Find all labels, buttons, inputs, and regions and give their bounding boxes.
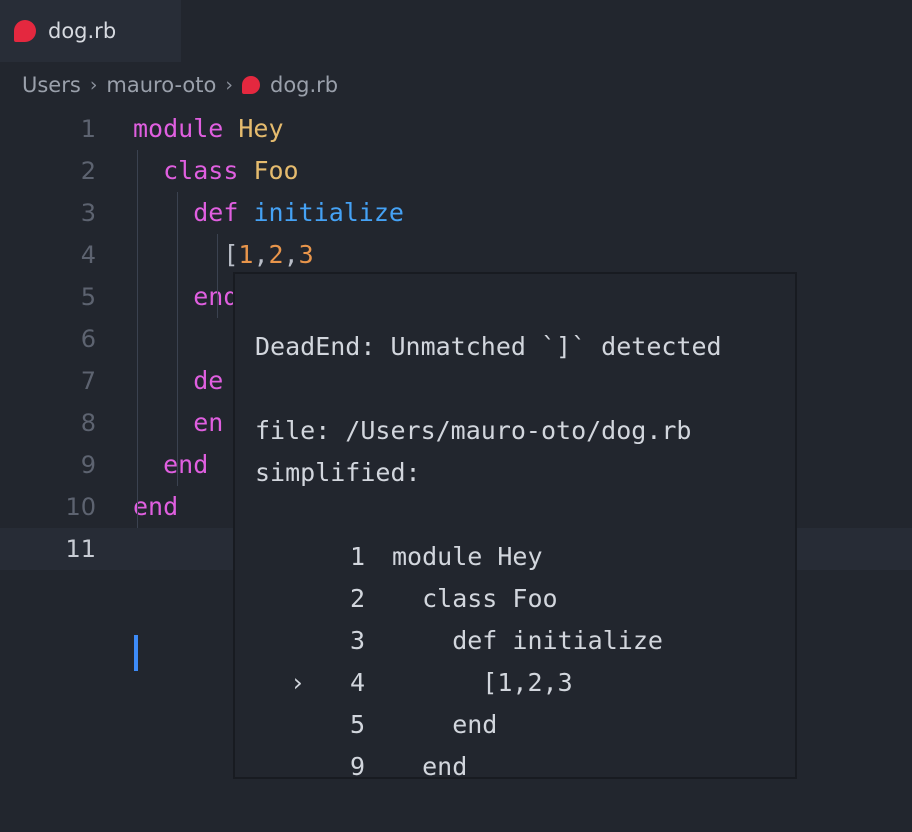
diagnostic-tooltip[interactable]: DeadEnd: Unmatched `]` detected file: /U…	[233, 272, 797, 779]
code-token: end	[133, 492, 179, 521]
tab-label: dog.rb	[48, 19, 117, 43]
tooltip-line-number: 9	[349, 752, 365, 779]
code-token: de	[193, 366, 224, 395]
tooltip-code-line: 9 end	[255, 746, 795, 779]
tooltip-file-label: file: /Users/mauro-oto/dog.rb	[255, 416, 692, 445]
line-number: 3	[80, 199, 96, 227]
line-number: 5	[80, 283, 96, 311]
tooltip-line-number: 3	[349, 626, 365, 655]
code-token: 1	[238, 240, 254, 269]
tooltip-marker-blank	[255, 578, 305, 620]
line-number: 2	[80, 157, 96, 185]
tooltip-line-number: 2	[349, 584, 365, 613]
tooltip-code-listing: 1 module Hey 2 class Foo 3 def initialize › 4…	[255, 536, 795, 779]
code-token: en	[193, 408, 224, 437]
code-line-text: [1,2,3	[133, 234, 314, 276]
code-line[interactable]: 1 module Hey	[0, 108, 912, 150]
code-token: Hey	[238, 114, 284, 143]
tooltip-code-line: 3 def initialize	[255, 620, 795, 662]
code-token: [	[223, 240, 239, 269]
breadcrumb-separator-icon: ›	[89, 74, 98, 96]
tooltip-line-source: [1,2,3	[392, 668, 573, 697]
tooltip-line-source: end	[392, 752, 468, 779]
line-number: 11	[65, 535, 96, 563]
code-line-text: en	[133, 402, 223, 444]
code-token: initialize	[253, 198, 404, 227]
code-line-text: class Foo	[133, 150, 299, 192]
breadcrumb-item-mauro-oto[interactable]: mauro-oto	[106, 73, 216, 97]
indent-guide	[217, 234, 218, 318]
ruby-gem-icon	[241, 76, 260, 94]
code-token: module	[133, 114, 224, 143]
tooltip-marker-blank	[255, 746, 305, 777]
tooltip-line-number: 5	[349, 710, 365, 739]
indent-guide	[177, 192, 178, 486]
tooltip-code-line: 1 module Hey	[255, 536, 795, 578]
tooltip-line-source: class Foo	[392, 584, 558, 613]
code-token: ,	[283, 240, 299, 269]
chevron-right-icon: ›	[289, 668, 305, 697]
indent-guide	[137, 150, 138, 528]
code-token: ,	[253, 240, 269, 269]
code-line-text: de	[133, 360, 223, 402]
tooltip-line-source: module Hey	[392, 542, 543, 571]
tooltip-line-number: 1	[349, 542, 365, 571]
line-number: 1	[80, 115, 96, 143]
line-number: 9	[80, 451, 96, 479]
text-caret	[134, 635, 138, 671]
code-token: def	[193, 198, 239, 227]
tooltip-title: DeadEnd: Unmatched `]` detected	[255, 332, 722, 361]
breadcrumb-separator-icon: ›	[225, 74, 233, 96]
code-token: 2	[268, 240, 284, 269]
tooltip-simplified-label: simplified:	[255, 458, 421, 487]
code-line-text: end	[133, 276, 238, 318]
code-token: Foo	[253, 156, 299, 185]
breadcrumb-item-dog-rb[interactable]: dog.rb	[241, 73, 339, 97]
tab-bar: dog.rb	[0, 0, 912, 62]
tooltip-code-line: › 4 [1,2,3	[255, 662, 795, 704]
code-token: 3	[298, 240, 314, 269]
line-number: 6	[80, 325, 96, 353]
tooltip-line-number: 4	[349, 668, 365, 697]
code-line-text: def initialize	[133, 192, 404, 234]
line-number: 8	[80, 409, 96, 437]
code-token: class	[163, 156, 239, 185]
breadcrumb-file-label: dog.rb	[269, 73, 339, 97]
tooltip-code-line: 5 end	[255, 704, 795, 746]
tooltip-marker-blank	[255, 536, 305, 578]
code-token: end	[193, 282, 239, 311]
line-number: 10	[65, 493, 96, 521]
code-token: end	[163, 450, 209, 479]
code-line-text: end	[133, 486, 178, 528]
line-number: 7	[80, 367, 96, 395]
tooltip-marker-blank	[255, 620, 305, 662]
tooltip-marker-blank	[255, 704, 305, 746]
breadcrumb-item-users[interactable]: Users	[22, 73, 81, 97]
code-line-text: module Hey	[133, 108, 284, 150]
tooltip-line-source: def initialize	[392, 626, 663, 655]
tooltip-line-source: end	[392, 710, 498, 739]
code-line-text: end	[133, 444, 208, 486]
tooltip-code-line: 2 class Foo	[255, 578, 795, 620]
breadcrumb: Users › mauro-oto › dog.rb	[0, 62, 912, 108]
tab-dog-rb[interactable]: dog.rb	[0, 0, 181, 62]
tooltip-spacer	[255, 368, 795, 410]
ruby-gem-icon	[14, 20, 36, 42]
line-number: 4	[80, 241, 96, 269]
